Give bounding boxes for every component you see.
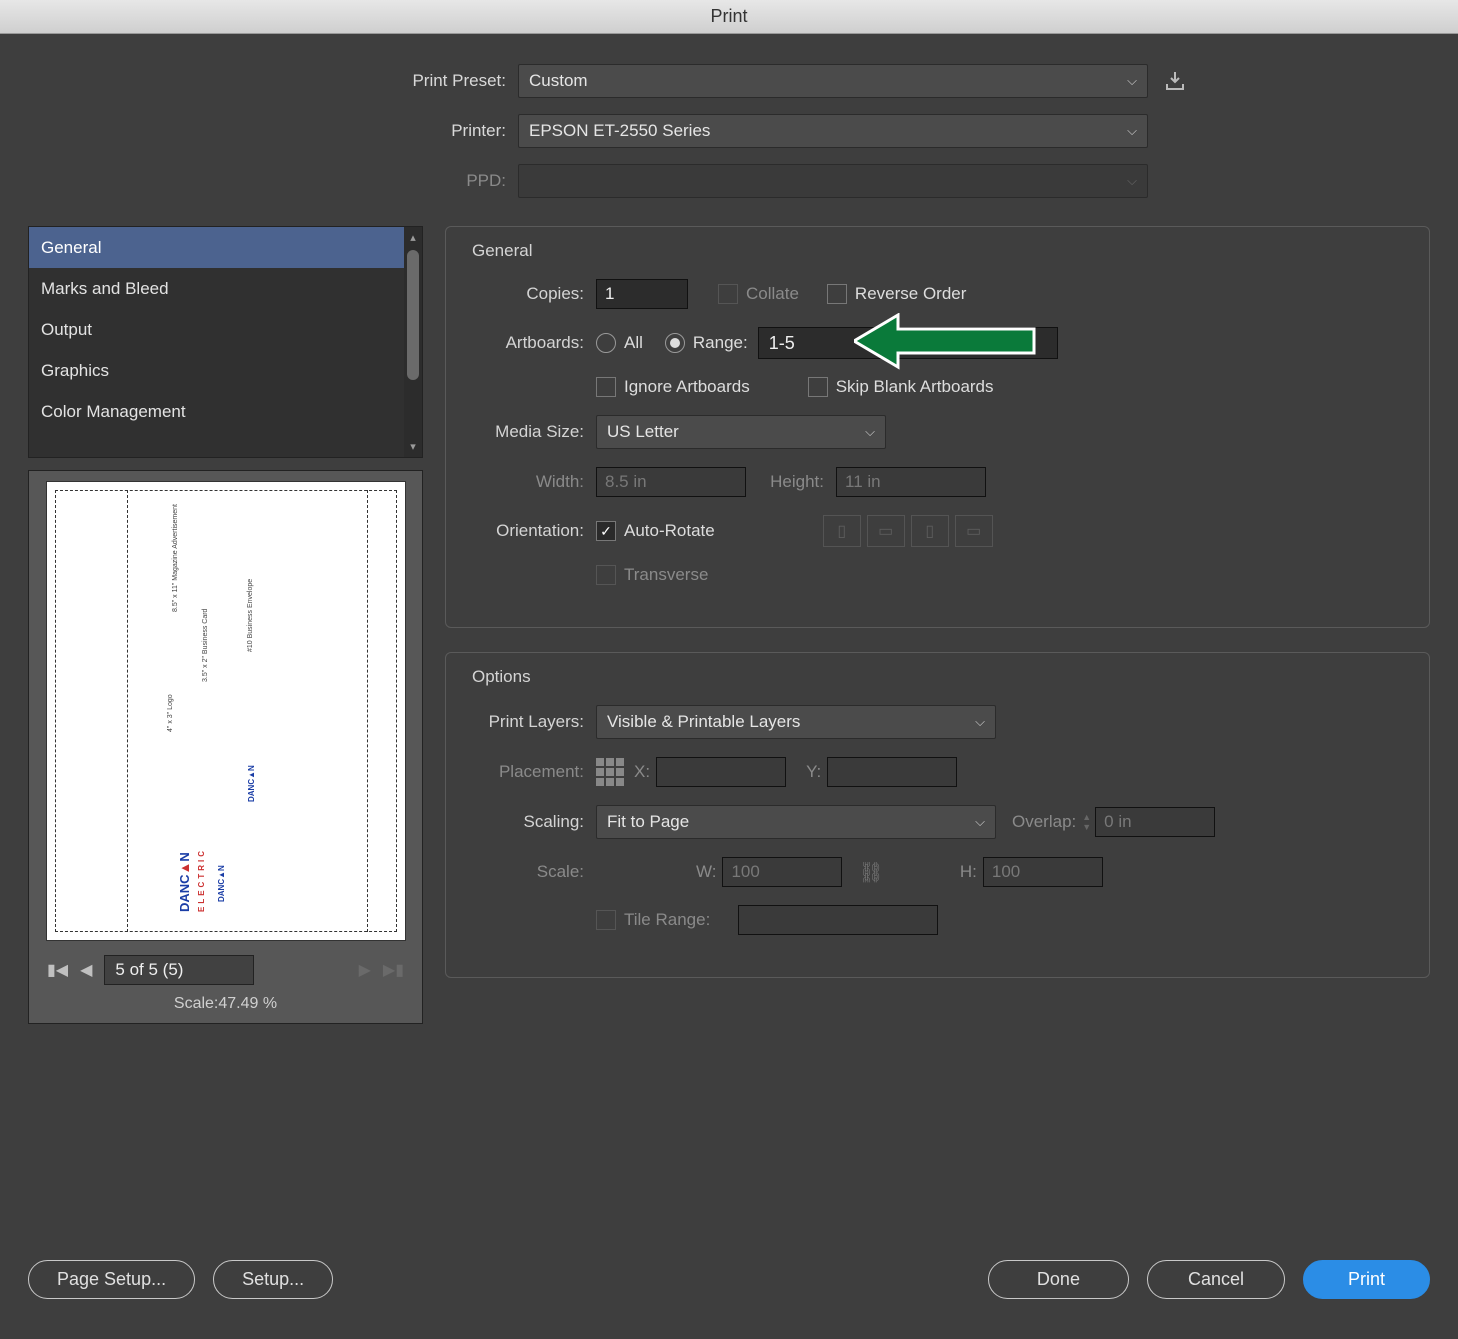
button-row: Page Setup... Setup... Done Cancel Print <box>28 1260 1430 1299</box>
tilerange-input <box>738 905 938 935</box>
mediasize-label: Media Size: <box>466 422 596 442</box>
preset-label: Print Preset: <box>28 71 518 91</box>
printer-label: Printer: <box>28 121 518 141</box>
first-page-icon[interactable]: ▮◀ <box>47 960 68 980</box>
copies-input[interactable] <box>596 279 688 309</box>
page-indicator[interactable]: 5 of 5 (5) <box>104 955 254 985</box>
tilerange-checkbox: Tile Range: <box>596 910 710 930</box>
print-dialog: Print Preset: Custom ⌵ Printer: EPSON ET… <box>0 34 1458 1339</box>
mediasize-select[interactable]: US Letter ⌵ <box>596 415 886 449</box>
ppd-select: ⌵ <box>518 164 1148 198</box>
category-marks-bleed[interactable]: Marks and Bleed <box>29 268 404 309</box>
y-label: Y: <box>806 762 821 782</box>
mediasize-value: US Letter <box>607 422 679 442</box>
scrollbar[interactable]: ▴ ▾ <box>404 227 422 457</box>
chevron-down-icon: ⌵ <box>1127 123 1137 139</box>
overlap-label: Overlap: <box>1012 812 1076 832</box>
scale-label: Scale: <box>466 862 596 882</box>
print-button[interactable]: Print <box>1303 1260 1430 1299</box>
artboards-all-radio[interactable]: All <box>596 333 643 353</box>
general-group: General Copies: Collate Reverse Order Ar… <box>445 226 1430 628</box>
scaling-label: Scaling: <box>466 812 596 832</box>
window-title: Print <box>710 6 747 26</box>
prev-page-icon[interactable]: ◀ <box>80 960 92 980</box>
chevron-down-icon: ⌵ <box>865 424 875 440</box>
artboards-range-radio[interactable]: Range: <box>665 333 748 353</box>
placement-label: Placement: <box>466 762 596 782</box>
placement-x-input <box>656 757 786 787</box>
printlayers-label: Print Layers: <box>466 712 596 732</box>
options-title: Options <box>466 667 537 687</box>
printlayers-value: Visible & Printable Layers <box>607 712 800 732</box>
range-input[interactable] <box>758 327 1058 359</box>
chevron-down-icon: ⌵ <box>1127 173 1137 189</box>
height-label: Height: <box>746 472 836 492</box>
preview-page: DANC▲NELECTRIC DANC▲N DANC▲N 4" x 3" Log… <box>46 481 406 941</box>
width-input <box>596 467 746 497</box>
placement-grid-icon <box>596 758 624 786</box>
transverse-checkbox: Transverse <box>596 565 708 585</box>
orientation-landscape-icon: ▭ <box>867 515 905 547</box>
next-page-icon: ▶ <box>359 960 371 980</box>
page-setup-button[interactable]: Page Setup... <box>28 1260 195 1299</box>
orientation-icons: ▯ ▭ ▯ ▭ <box>823 515 993 547</box>
collate-checkbox: Collate <box>718 284 799 304</box>
height-input <box>836 467 986 497</box>
preset-value: Custom <box>529 71 588 91</box>
scroll-down-icon[interactable]: ▾ <box>410 436 416 457</box>
top-settings: Print Preset: Custom ⌵ Printer: EPSON ET… <box>28 64 1430 198</box>
x-label: X: <box>634 762 650 782</box>
category-output[interactable]: Output <box>29 309 404 350</box>
general-title: General <box>466 241 538 261</box>
placement-y-input <box>827 757 957 787</box>
setup-button[interactable]: Setup... <box>213 1260 333 1299</box>
width-label: Width: <box>466 472 596 492</box>
last-page-icon: ▶▮ <box>383 960 404 980</box>
scroll-thumb[interactable] <box>407 250 419 380</box>
orientation-portrait-icon: ▯ <box>823 515 861 547</box>
artboards-label: Artboards: <box>466 333 596 353</box>
cancel-button[interactable]: Cancel <box>1147 1260 1285 1299</box>
preview-panel: DANC▲NELECTRIC DANC▲N DANC▲N 4" x 3" Log… <box>28 470 423 1024</box>
scaling-select[interactable]: Fit to Page ⌵ <box>596 805 996 839</box>
printer-select[interactable]: EPSON ET-2550 Series ⌵ <box>518 114 1148 148</box>
category-graphics[interactable]: Graphics <box>29 350 404 391</box>
reverse-order-checkbox[interactable]: Reverse Order <box>827 284 966 304</box>
category-color-management[interactable]: Color Management <box>29 391 404 432</box>
link-icon: ⛓ <box>858 860 883 885</box>
orientation-portrait-rev-icon: ▯ <box>911 515 949 547</box>
orientation-landscape-rev-icon: ▭ <box>955 515 993 547</box>
skip-blank-checkbox[interactable]: Skip Blank Artboards <box>808 377 994 397</box>
category-list: General Marks and Bleed Output Graphics … <box>28 226 423 458</box>
printer-value: EPSON ET-2550 Series <box>529 121 710 141</box>
orientation-label: Orientation: <box>466 521 596 541</box>
preview-scale: Scale:47.49 % <box>174 995 277 1013</box>
overlap-input <box>1095 807 1215 837</box>
scale-w-input <box>722 857 842 887</box>
preview-pager: ▮◀ ◀ 5 of 5 (5) ▶ ▶▮ <box>39 955 412 985</box>
ignore-artboards-checkbox[interactable]: Ignore Artboards <box>596 377 750 397</box>
scale-w-label: W: <box>696 862 716 882</box>
done-button[interactable]: Done <box>988 1260 1129 1299</box>
chevron-down-icon: ⌵ <box>1127 73 1137 89</box>
scaling-value: Fit to Page <box>607 812 689 832</box>
window-titlebar: Print <box>0 0 1458 34</box>
scroll-up-icon[interactable]: ▴ <box>410 227 416 248</box>
preset-select[interactable]: Custom ⌵ <box>518 64 1148 98</box>
printlayers-select[interactable]: Visible & Printable Layers ⌵ <box>596 705 996 739</box>
ppd-label: PPD: <box>28 171 518 191</box>
autorotate-checkbox[interactable]: Auto-Rotate <box>596 521 715 541</box>
category-general[interactable]: General <box>29 227 404 268</box>
scale-h-label: H: <box>960 862 977 882</box>
scale-h-input <box>983 857 1103 887</box>
chevron-down-icon: ⌵ <box>975 814 985 830</box>
save-preset-icon[interactable] <box>1164 71 1186 91</box>
copies-label: Copies: <box>466 284 596 304</box>
chevron-down-icon: ⌵ <box>975 714 985 730</box>
options-group: Options Print Layers: Visible & Printabl… <box>445 652 1430 978</box>
